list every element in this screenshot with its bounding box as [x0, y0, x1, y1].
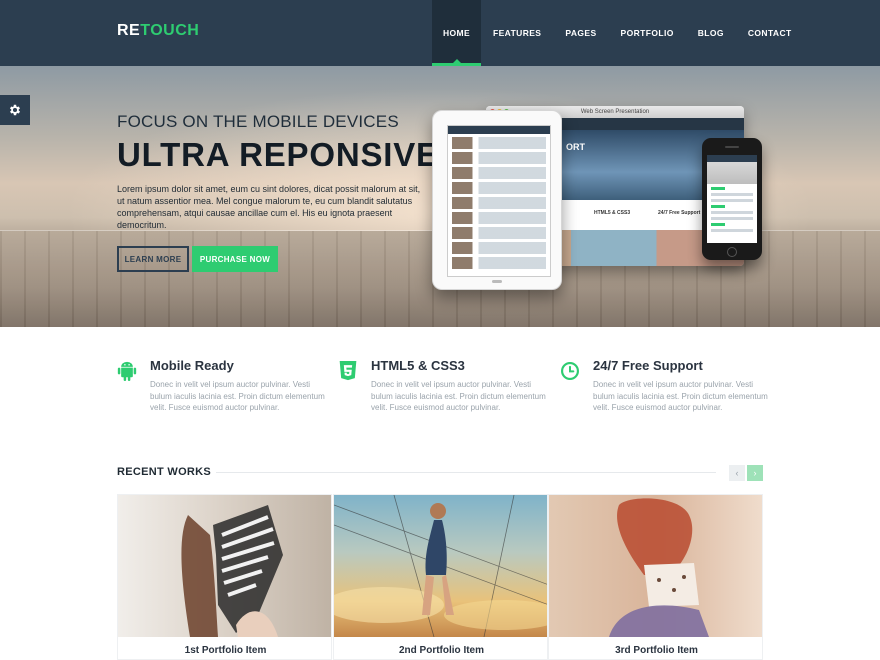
portfolio-image[interactable] — [118, 495, 331, 637]
phone-home-button — [727, 247, 737, 257]
nav-item-blog[interactable]: BLOG — [686, 0, 736, 66]
nav-item-pages[interactable]: PAGES — [553, 0, 608, 66]
hero-banner: FOCUS ON THE MOBILE DEVICES ULTRA REPONS… — [0, 66, 880, 327]
portfolio-item[interactable]: 1st Portfolio Item — [117, 494, 332, 660]
main-menu: HOME FEATURES PAGES PORTFOLIO BLOG CONTA… — [432, 0, 804, 66]
portfolio-photo-2 — [334, 495, 547, 637]
nav-item-portfolio[interactable]: PORTFOLIO — [609, 0, 686, 66]
portfolio-photo-1 — [181, 505, 283, 637]
logo[interactable]: RETOUCH — [117, 22, 199, 40]
chevron-left-icon: ‹ — [735, 468, 739, 478]
nav-item-features[interactable]: FEATURES — [481, 0, 553, 66]
portfolio-caption[interactable]: 2nd Portfolio Item — [334, 645, 547, 656]
recent-works-title: RECENT WORKS — [117, 466, 212, 478]
feature-text: Donec in velit vel ipsum auctor pulvinar… — [371, 380, 546, 412]
mockup-feature-1: HTML5 & CSS3 — [594, 210, 631, 216]
nav-item-contact[interactable]: CONTACT — [736, 0, 804, 66]
carousel-prev-button[interactable]: ‹ — [729, 465, 745, 481]
learn-more-button[interactable]: LEARN MORE — [117, 246, 189, 272]
phone-mockup — [702, 138, 762, 260]
html5-icon — [339, 361, 357, 381]
feature-text: Donec in velit vel ipsum auctor pulvinar… — [150, 380, 325, 412]
portfolio-caption[interactable]: 3rd Portfolio Item — [549, 645, 762, 656]
tablet-mockup — [432, 110, 562, 290]
feature-title: HTML5 & CSS3 — [371, 358, 465, 373]
top-navbar: RETOUCH HOME FEATURES PAGES PORTFOLIO BL… — [0, 0, 880, 66]
mockup-feature-2: 24/7 Free Support — [658, 210, 701, 216]
purchase-now-button[interactable]: PURCHASE NOW — [192, 246, 278, 272]
feature-title: 24/7 Free Support — [593, 358, 703, 373]
portfolio-image[interactable] — [334, 495, 547, 637]
tablet-screen — [447, 125, 551, 277]
tablet-home-button — [492, 280, 502, 283]
android-icon — [117, 361, 137, 381]
portfolio-caption[interactable]: 1st Portfolio Item — [118, 645, 331, 656]
portfolio-item[interactable]: 3rd Portfolio Item — [548, 494, 763, 660]
section-divider — [216, 472, 716, 473]
portfolio-image[interactable] — [549, 495, 762, 637]
portfolio-photo-3 — [609, 498, 709, 637]
logo-part-1: RE — [117, 22, 141, 39]
phone-screen — [707, 155, 757, 243]
carousel-next-button[interactable]: › — [747, 465, 763, 481]
feature-title: Mobile Ready — [150, 358, 234, 373]
clock-icon — [561, 362, 579, 380]
mockup-title: Web Screen Presentation — [580, 109, 650, 115]
hero-title: ULTRA REPONSIVE — [117, 136, 439, 173]
feature-text: Donec in velit vel ipsum auctor pulvinar… — [593, 380, 768, 412]
chevron-right-icon: › — [753, 468, 757, 478]
nav-item-home[interactable]: HOME — [432, 0, 481, 66]
settings-toggle[interactable] — [0, 95, 30, 125]
logo-part-2: TOUCH — [140, 22, 200, 39]
hero-subtitle: FOCUS ON THE MOBILE DEVICES — [117, 112, 399, 131]
mockup-hero-text: ORT — [566, 142, 585, 152]
portfolio-item[interactable]: 2nd Portfolio Item — [333, 494, 548, 660]
gear-icon — [9, 104, 21, 116]
hero-description: Lorem ipsum dolor sit amet, eum cu sint … — [117, 184, 421, 230]
